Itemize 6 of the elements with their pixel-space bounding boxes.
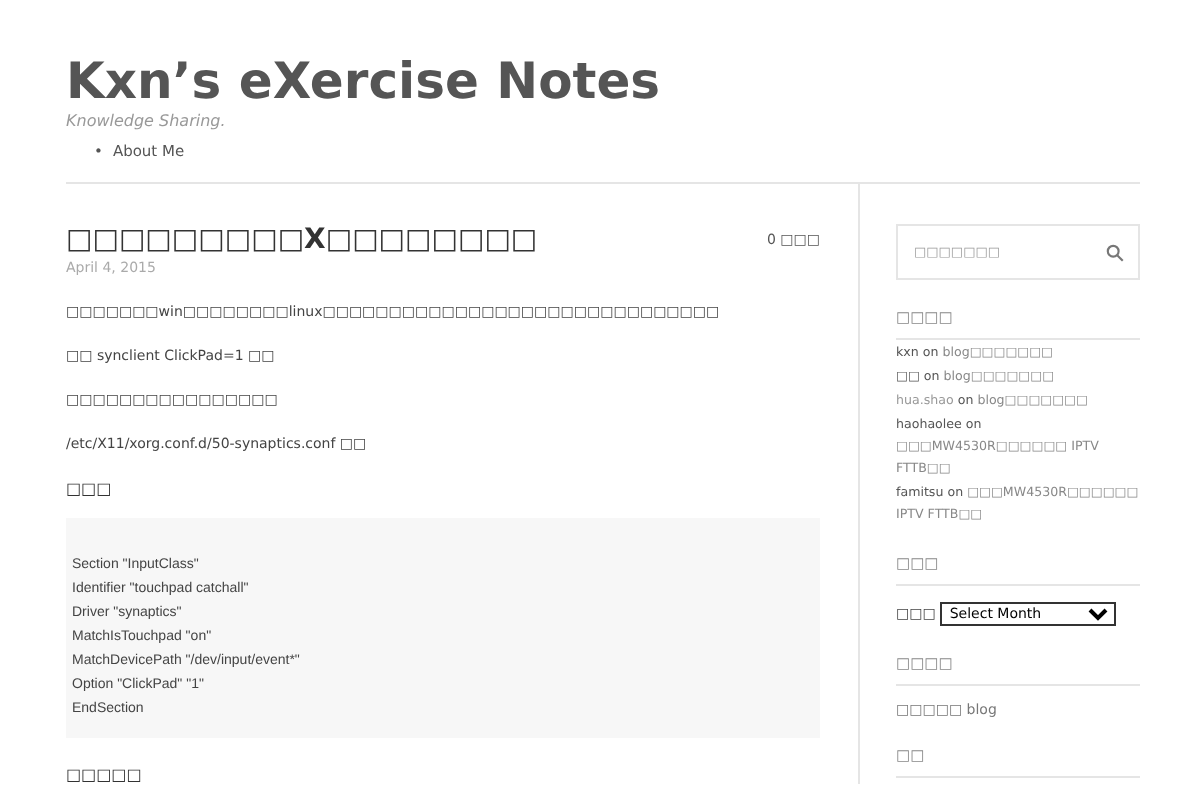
paragraph-heading: □□□ xyxy=(66,480,114,498)
post-title[interactable]: □□□□□□□□□X□□□□□□□□ xyxy=(66,224,538,256)
search-icon[interactable] xyxy=(1106,244,1124,262)
paragraph-heading: □□□□□ xyxy=(66,766,144,784)
site-title[interactable]: Kxn’s eXercise Notes xyxy=(66,0,1140,112)
site-tagline: Knowledge Sharing. xyxy=(66,112,228,130)
